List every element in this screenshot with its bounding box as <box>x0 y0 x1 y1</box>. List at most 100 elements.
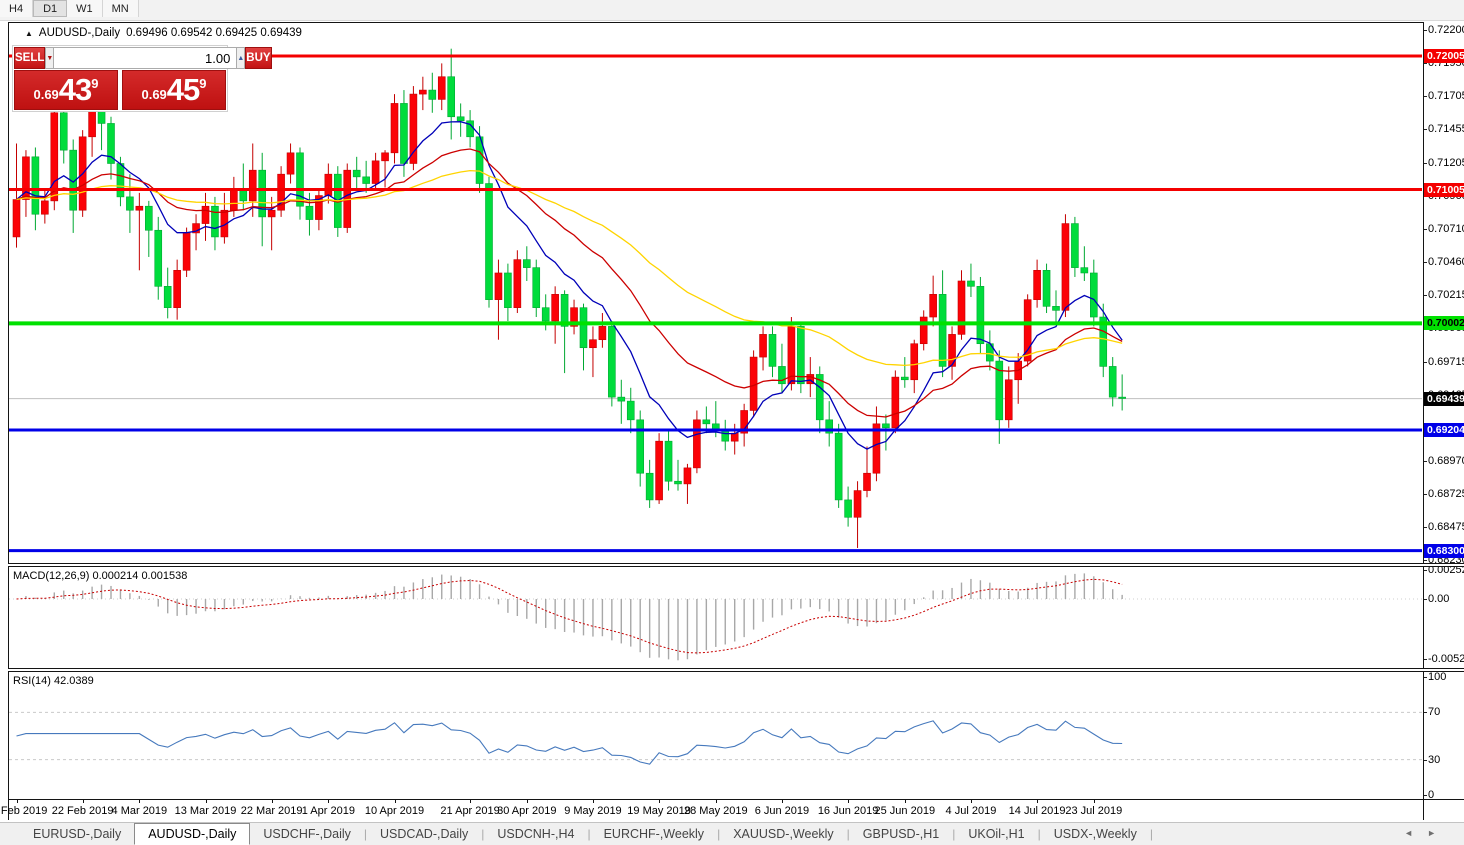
price-tick-label: 0.69715 <box>1428 356 1464 369</box>
timeframe-button-w1[interactable]: W1 <box>67 0 103 17</box>
candle-body <box>514 260 521 308</box>
volume-decrease-button[interactable]: ▼ <box>45 47 54 69</box>
tab-eurusd-daily[interactable]: EURUSD-,Daily <box>20 825 134 843</box>
volume-input[interactable] <box>54 47 236 69</box>
axis-tickmark <box>1424 362 1427 363</box>
candle-body <box>126 197 133 210</box>
axis-tickmark <box>1424 527 1427 528</box>
collapse-panel-arrow-icon[interactable]: ▲ <box>25 29 33 38</box>
candle-body <box>486 184 493 300</box>
candle-body <box>429 90 436 99</box>
candle-body <box>967 281 974 286</box>
moving-average-10 <box>17 122 1123 449</box>
candle-body <box>1109 366 1116 397</box>
price-tick-label: 0.72200 <box>1428 24 1464 37</box>
date-label: 21 Apr 2019 <box>440 805 499 817</box>
axis-tickmark <box>1424 560 1427 561</box>
candle-body <box>183 233 190 270</box>
price-tick-label: 0.70710 <box>1428 223 1464 236</box>
date-label: 16 Jun 2019 <box>818 805 879 817</box>
volume-increase-button[interactable]: ▲ <box>236 47 245 69</box>
sell-price-tile[interactable]: 0.69 43 9 <box>14 70 118 110</box>
candle-body <box>778 366 785 383</box>
date-label: 19 May 2019 <box>627 805 691 817</box>
candle-body <box>901 377 908 380</box>
candle-body <box>268 210 275 217</box>
candle-body <box>363 177 370 184</box>
tab-scroll-arrows[interactable]: ◄► <box>1404 828 1450 838</box>
date-tickmark <box>971 800 972 803</box>
date-tickmark <box>470 800 471 803</box>
axis-tickmark <box>1424 229 1427 230</box>
candle-body <box>911 344 918 380</box>
axis-tickmark <box>1424 30 1427 31</box>
tab-eurchf-weekly[interactable]: EURCHF-,Weekly <box>591 825 717 843</box>
date-label: 14 Jul 2019 <box>1009 805 1066 817</box>
candle-body <box>353 170 360 177</box>
timeframe-button-d1[interactable]: D1 <box>33 0 67 17</box>
date-tickmark <box>848 800 849 803</box>
sell-button[interactable]: SELL <box>14 47 45 69</box>
price-tick-label: 0.71455 <box>1428 123 1464 136</box>
candle-body <box>164 286 171 307</box>
date-tickmark <box>782 800 783 803</box>
tab-ukoil-h1[interactable]: UKOil-,H1 <box>955 825 1037 843</box>
candlestick-chart[interactable] <box>9 23 1423 819</box>
tab-usdx-weekly[interactable]: USDX-,Weekly <box>1041 825 1150 843</box>
price-axis: 0.722000.719500.717050.714550.712050.709… <box>1424 22 1464 820</box>
candle-body <box>835 433 842 500</box>
timeframe-button-mn[interactable]: MN <box>103 0 139 17</box>
date-label: 23 Jul 2019 <box>1065 805 1122 817</box>
candle-body <box>977 286 984 343</box>
candle-body <box>523 260 530 268</box>
tab-gbpusd-h1[interactable]: GBPUSD-,H1 <box>850 825 952 843</box>
macd-tick-label: 0.00 <box>1428 593 1464 606</box>
timeframe-toolbar: H4D1W1MN <box>0 0 1464 21</box>
date-tickmark <box>206 800 207 803</box>
chart-symbol-label: AUDUSD-,Daily <box>39 27 120 39</box>
candle-body <box>32 157 39 214</box>
candle-body <box>230 190 237 210</box>
candle-body <box>882 424 889 428</box>
date-label: 6 Jun 2019 <box>755 805 809 817</box>
candle-body <box>1119 397 1126 398</box>
candle-body <box>646 473 653 500</box>
date-tickmark <box>272 800 273 803</box>
candle-body <box>325 174 332 195</box>
price-tick-label: 0.68475 <box>1428 521 1464 534</box>
candle-body <box>608 326 615 397</box>
candle-body <box>580 308 587 348</box>
chart-ohlc-values: 0.69496 0.69542 0.69425 0.69439 <box>126 27 302 39</box>
buy-price-sup: 9 <box>199 76 206 91</box>
tab-scroll-right-icon[interactable]: ► <box>1427 828 1450 838</box>
main-macd-separator[interactable] <box>8 563 1464 567</box>
candle-body <box>1071 224 1078 268</box>
candle-body <box>382 153 389 161</box>
buy-button[interactable]: BUY <box>245 47 271 69</box>
macd-rsi-separator[interactable] <box>8 668 1464 672</box>
price-tick-label: 0.70215 <box>1428 289 1464 302</box>
tab-scroll-left-icon[interactable]: ◄ <box>1404 828 1427 838</box>
candle-body <box>457 117 464 121</box>
price-tick-label: 0.68725 <box>1428 488 1464 501</box>
date-label: 30 Apr 2019 <box>497 805 556 817</box>
tab-usdcad-daily[interactable]: USDCAD-,Daily <box>367 825 481 843</box>
date-tickmark <box>139 800 140 803</box>
sell-price-sup: 9 <box>91 76 98 91</box>
candle-body <box>542 308 549 321</box>
candle-body <box>552 294 559 321</box>
candle-body <box>760 334 767 357</box>
tab-xauusd-weekly[interactable]: XAUUSD-,Weekly <box>720 825 846 843</box>
buy-price-tile[interactable]: 0.69 45 9 <box>122 70 226 110</box>
tab-usdchf-daily[interactable]: USDCHF-,Daily <box>250 825 364 843</box>
candle-body <box>854 491 861 518</box>
candle-body <box>136 206 143 210</box>
candle-body <box>939 294 946 366</box>
candle-body <box>703 420 710 424</box>
tab-usdcnh-h4[interactable]: USDCNH-,H4 <box>484 825 587 843</box>
timeframe-button-h4[interactable]: H4 <box>0 0 33 17</box>
tab-audusd-daily[interactable]: AUDUSD-,Daily <box>134 823 250 845</box>
sell-price-prefix: 0.69 <box>33 87 58 102</box>
candle-body <box>41 201 48 214</box>
current-price-badge: 0.69439 <box>1424 392 1464 406</box>
